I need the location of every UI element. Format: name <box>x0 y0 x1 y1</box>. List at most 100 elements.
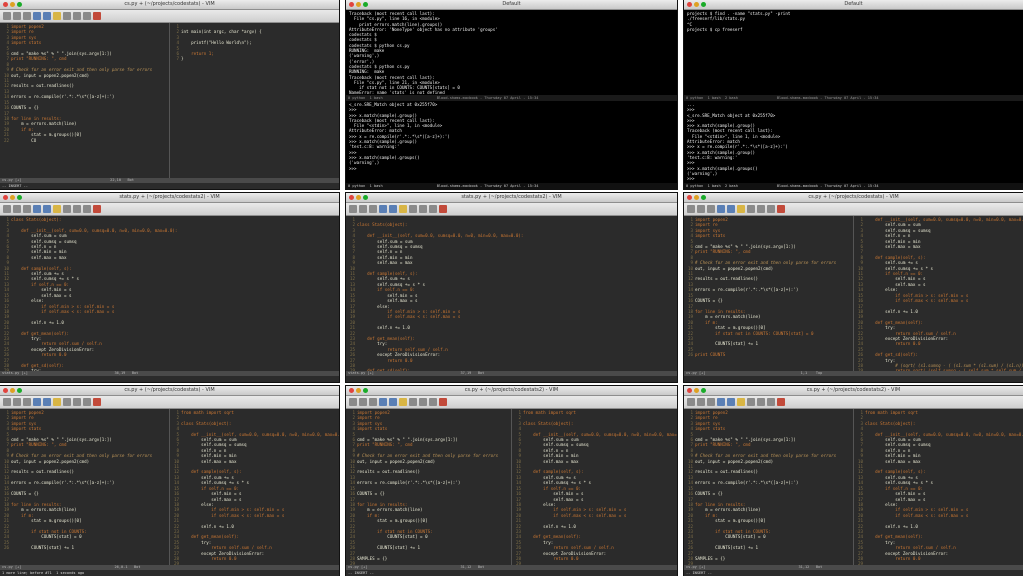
copy-icon[interactable] <box>757 398 765 406</box>
paste-icon[interactable] <box>429 205 437 213</box>
paste-icon[interactable] <box>83 12 91 20</box>
paste-icon[interactable] <box>429 398 437 406</box>
close-button[interactable] <box>687 388 692 393</box>
print-icon[interactable] <box>369 398 377 406</box>
editor-pane[interactable]: 1 def __init__(self, sum=0.0, sumsq=0.0,… <box>853 216 1023 371</box>
editor-pane[interactable]: 1 import popen2 2 import re 3 import sys 4 impo… <box>684 409 853 565</box>
minimize-button[interactable] <box>356 388 361 393</box>
vim-editor-area[interactable]: 1 import popen2 2 import re 3 import sys 4 impo… <box>0 23 339 189</box>
print-icon[interactable] <box>707 205 715 213</box>
undo-icon[interactable] <box>379 398 387 406</box>
editor-pane[interactable]: 1 from math import sqrt 2 3 class Stats(obje… <box>853 409 1023 565</box>
terminal-area[interactable]: Traceback (most recent call last): File … <box>346 10 677 189</box>
save-icon[interactable] <box>359 205 367 213</box>
copy-icon[interactable] <box>73 12 81 20</box>
editor-pane[interactable]: 1 from math import sqrt 2 3 class Stats(obje… <box>169 409 339 565</box>
help-icon[interactable] <box>777 205 785 213</box>
editor-pane[interactable]: 1 2 class Stats(object): 3 4 def __init__(se… <box>346 216 677 371</box>
undo-icon[interactable] <box>33 12 41 20</box>
zoom-button[interactable] <box>363 388 368 393</box>
open-icon[interactable] <box>3 398 11 406</box>
help-icon[interactable] <box>777 398 785 406</box>
save-icon[interactable] <box>13 398 21 406</box>
redo-icon[interactable] <box>727 398 735 406</box>
save-icon[interactable] <box>13 12 21 20</box>
vim-command-line[interactable]: -- INSERT -- <box>346 570 677 576</box>
minimize-button[interactable] <box>10 388 15 393</box>
find-icon[interactable] <box>53 205 61 213</box>
editor-pane[interactable]: 1 import popen2 2 import re 3 import sys 4 impo… <box>684 216 853 371</box>
help-icon[interactable] <box>439 205 447 213</box>
terminal-area[interactable]: projects $ find . -name "stats.py" -prin… <box>684 10 1023 189</box>
redo-icon[interactable] <box>43 398 51 406</box>
tmux-pane-bottom[interactable]: <_sre.SRE_Match object at 0x255f70> >>> >>… <box>346 101 677 187</box>
zoom-button[interactable] <box>701 388 706 393</box>
paste-icon[interactable] <box>767 205 775 213</box>
undo-icon[interactable] <box>33 205 41 213</box>
minimize-button[interactable] <box>10 2 15 7</box>
find-icon[interactable] <box>399 398 407 406</box>
zoom-button[interactable] <box>363 2 368 7</box>
vim-command-line[interactable] <box>0 376 339 382</box>
print-icon[interactable] <box>23 205 31 213</box>
cut-icon[interactable] <box>409 398 417 406</box>
close-button[interactable] <box>3 2 8 7</box>
close-button[interactable] <box>349 195 354 200</box>
zoom-button[interactable] <box>17 388 22 393</box>
vim-editor-area[interactable]: 1 import popen2 2 import re 3 import sys 4 impo… <box>346 409 677 576</box>
minimize-button[interactable] <box>10 195 15 200</box>
undo-icon[interactable] <box>717 205 725 213</box>
open-icon[interactable] <box>3 12 11 20</box>
vim-command-line[interactable]: 1 more line; before #71 1 seconds ago <box>0 570 339 576</box>
minimize-button[interactable] <box>694 388 699 393</box>
save-icon[interactable] <box>359 398 367 406</box>
cut-icon[interactable] <box>63 12 71 20</box>
save-icon[interactable] <box>697 205 705 213</box>
open-icon[interactable] <box>3 205 11 213</box>
minimize-button[interactable] <box>694 2 699 7</box>
undo-icon[interactable] <box>33 398 41 406</box>
vim-editor-area[interactable]: 1 import popen2 2 import re 3 import sys 4 impo… <box>0 409 339 576</box>
close-button[interactable] <box>3 388 8 393</box>
editor-pane[interactable]: 1 import popen2 2 import re 3 import sys 4 impo… <box>346 409 511 565</box>
open-icon[interactable] <box>349 205 357 213</box>
close-button[interactable] <box>687 195 692 200</box>
copy-icon[interactable] <box>73 398 81 406</box>
redo-icon[interactable] <box>43 205 51 213</box>
find-icon[interactable] <box>53 398 61 406</box>
minimize-button[interactable] <box>694 195 699 200</box>
tmux-pane-bottom[interactable]: ... >>> <_sre.SRE_Match object at 0x255f70… <box>684 101 1023 187</box>
redo-icon[interactable] <box>389 398 397 406</box>
paste-icon[interactable] <box>83 398 91 406</box>
help-icon[interactable] <box>93 12 101 20</box>
print-icon[interactable] <box>23 398 31 406</box>
redo-icon[interactable] <box>727 205 735 213</box>
open-icon[interactable] <box>687 398 695 406</box>
vim-command-line[interactable] <box>684 376 1023 382</box>
minimize-button[interactable] <box>356 2 361 7</box>
cut-icon[interactable] <box>409 205 417 213</box>
cut-icon[interactable] <box>747 205 755 213</box>
find-icon[interactable] <box>737 398 745 406</box>
editor-pane[interactable]: 1 import popen2 2 import re 3 import sys 4 impo… <box>0 409 169 565</box>
help-icon[interactable] <box>439 398 447 406</box>
vim-editor-area[interactable]: 1 class Stats(object): 2 3 def __init__(sel… <box>0 216 339 382</box>
vim-editor-area[interactable]: 1 import popen2 2 import re 3 import sys 4 impo… <box>684 409 1023 576</box>
vim-command-line[interactable]: -- INSERT -- <box>0 183 339 189</box>
vim-command-line[interactable] <box>346 376 677 382</box>
vim-editor-area[interactable]: 1 2 class Stats(object): 3 4 def __init__(se… <box>346 216 677 382</box>
close-button[interactable] <box>349 2 354 7</box>
redo-icon[interactable] <box>389 205 397 213</box>
editor-pane[interactable]: 1 class Stats(object): 2 3 def __init__(sel… <box>0 216 339 371</box>
undo-icon[interactable] <box>379 205 387 213</box>
zoom-button[interactable] <box>363 195 368 200</box>
print-icon[interactable] <box>707 398 715 406</box>
tmux-pane-top[interactable]: projects $ find . -name "stats.py" -prin… <box>684 10 1023 95</box>
undo-icon[interactable] <box>717 398 725 406</box>
cut-icon[interactable] <box>63 398 71 406</box>
copy-icon[interactable] <box>73 205 81 213</box>
copy-icon[interactable] <box>419 398 427 406</box>
close-button[interactable] <box>3 195 8 200</box>
open-icon[interactable] <box>687 205 695 213</box>
print-icon[interactable] <box>369 205 377 213</box>
